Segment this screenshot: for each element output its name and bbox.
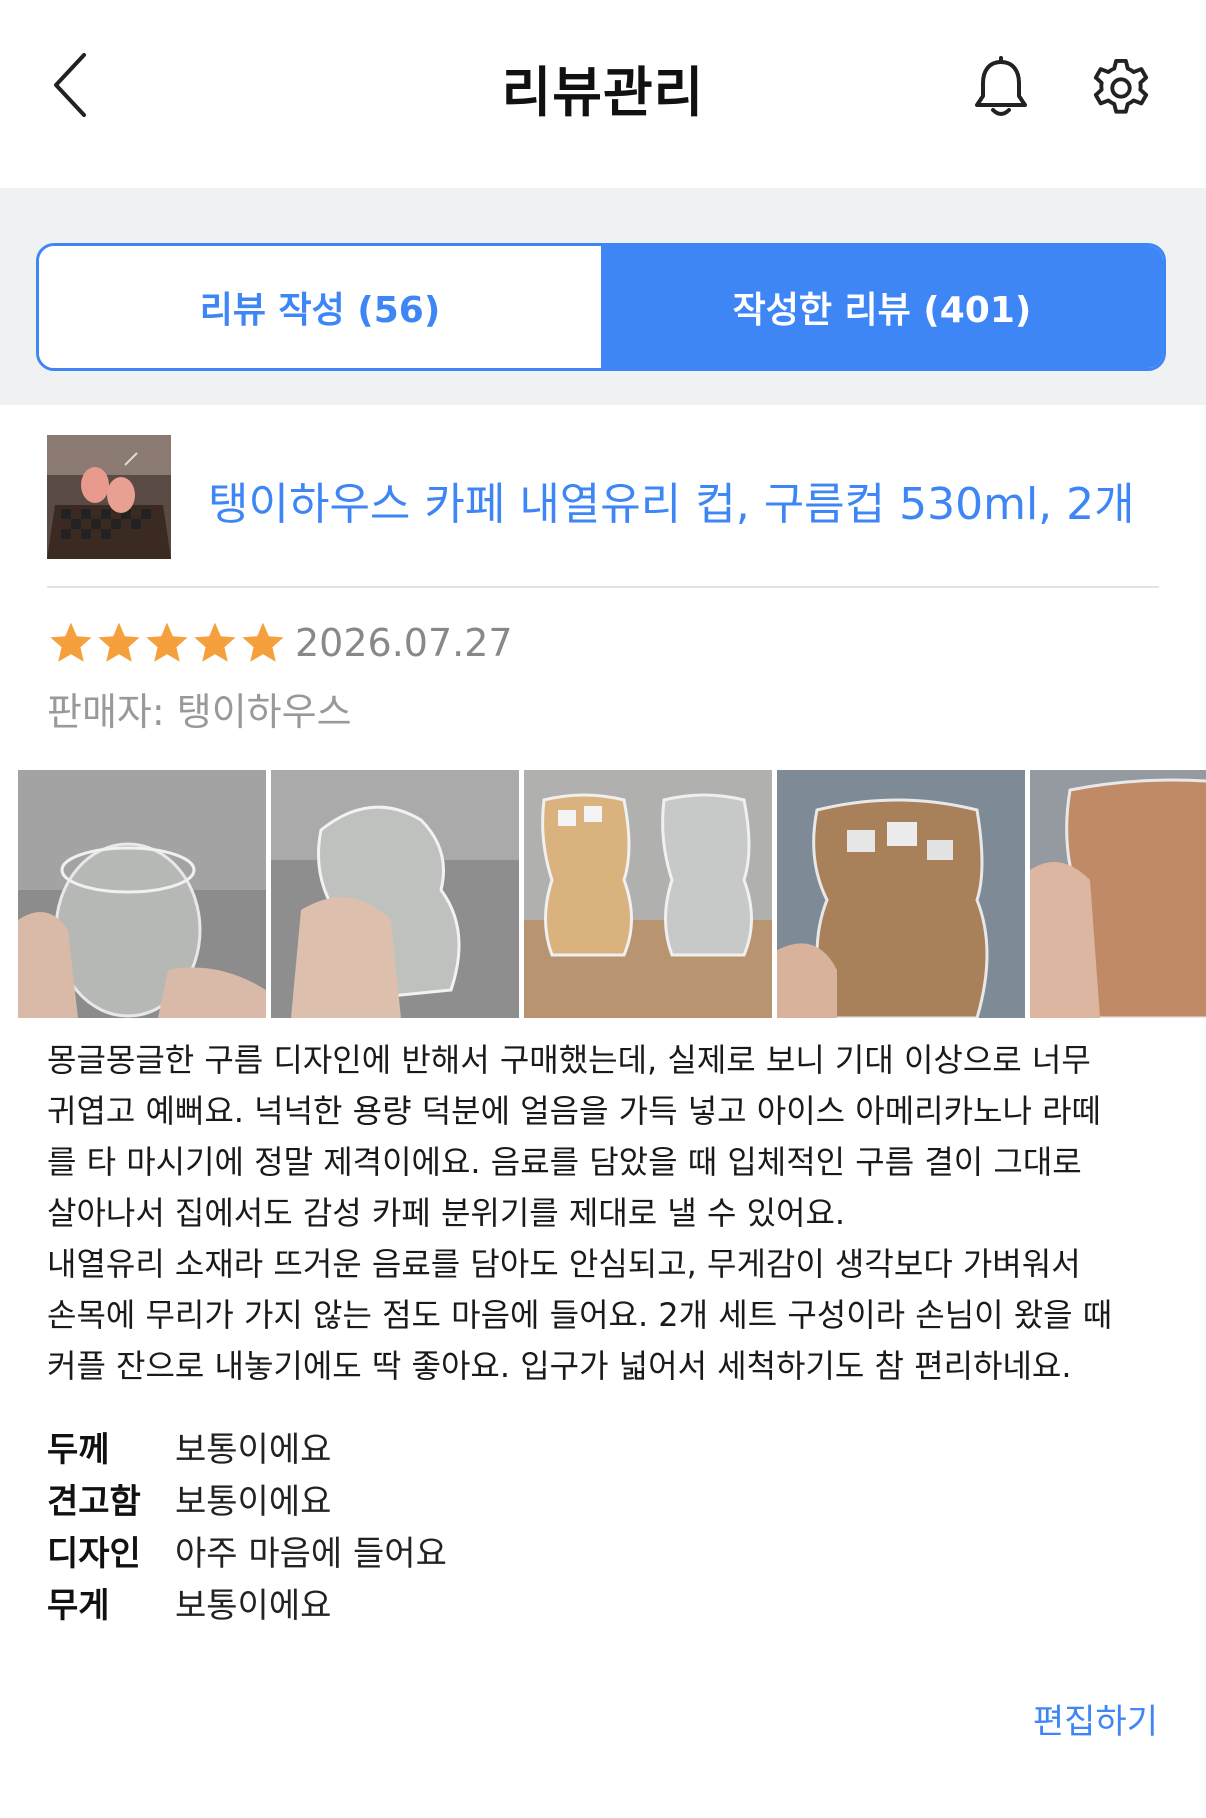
review-line: 내열유리 소재라 뜨거운 음료를 담아도 안심되고, 무게감이 생각보다 가벼워…: [47, 1245, 1081, 1283]
attribute-key: 두께: [47, 1429, 110, 1470]
review-photos: [18, 770, 1206, 1018]
attribute-row: 디자인 아주 마음에 들어요: [47, 1524, 747, 1576]
attribute-row: 견고함 보통이에요: [47, 1472, 747, 1524]
star-rating: [47, 619, 287, 669]
star-icon: [146, 622, 188, 662]
attribute-row: 두께 보통이에요: [47, 1420, 747, 1472]
review-photo-2[interactable]: [271, 770, 519, 1018]
star-icon: [194, 622, 236, 662]
review-line: 몽글몽글한 구름 디자인에 반해서 구매했는데, 실제로 보니 기대 이상으로 …: [47, 1041, 1091, 1079]
product-thumbnail[interactable]: [47, 435, 171, 559]
tab-written-reviews[interactable]: 작성한 리뷰 (401): [601, 246, 1163, 368]
attribute-value: 보통이에요: [175, 1429, 332, 1470]
product-name-link[interactable]: 탱이하우스 카페 내열유리 컵, 구름컵 530ml, 2개: [208, 468, 1168, 532]
attribute-value: 아주 마음에 들어요: [175, 1533, 447, 1574]
settings-button[interactable]: [1085, 52, 1157, 124]
review-photo-1[interactable]: [18, 770, 266, 1018]
attribute-key: 견고함: [47, 1481, 141, 1522]
divider: [47, 586, 1159, 588]
review-photo-3[interactable]: [524, 770, 772, 1018]
bell-icon: [975, 56, 1027, 116]
product-image: [47, 435, 171, 559]
attribute-row: 무게 보통이에요: [47, 1576, 747, 1628]
tab-write-review[interactable]: 리뷰 작성 (56): [39, 246, 601, 368]
review-line: 커플 잔으로 내놓기에도 딱 좋아요. 입구가 넓어서 세척하기도 참 편리하네…: [47, 1347, 1072, 1385]
review-photo-5[interactable]: [1030, 770, 1206, 1018]
notifications-button[interactable]: [965, 52, 1037, 124]
gear-icon: [1093, 58, 1149, 114]
seller-label: 판매자: 탱이하우스: [47, 690, 352, 734]
star-icon: [50, 622, 92, 662]
review-date: 2026.07.27: [295, 621, 513, 665]
star-icon: [242, 622, 284, 662]
attribute-key: 디자인: [47, 1533, 141, 1574]
review-line: 손목에 무리가 가지 않는 점도 마음에 들어요. 2개 세트 구성이라 손님이…: [47, 1296, 1113, 1334]
review-attributes: 두께 보통이에요 견고함 보통이에요 디자인 아주 마음에 들어요 무게 보통이…: [47, 1420, 747, 1628]
attribute-value: 보통이에요: [175, 1481, 332, 1522]
edit-review-button[interactable]: 편집하기: [1033, 1694, 1158, 1743]
top-bar: 리뷰관리: [0, 0, 1206, 188]
review-line: 살아나서 집에서도 감성 카페 분위기를 제대로 낼 수 있어요.: [47, 1194, 846, 1232]
review-line: 귀엽고 예뻐요. 넉넉한 용량 덕분에 얼음을 가득 넣고 아이스 아메리카노나…: [47, 1092, 1101, 1130]
attribute-value: 보통이에요: [175, 1585, 332, 1626]
tab-band: 리뷰 작성 (56) 작성한 리뷰 (401): [0, 188, 1206, 405]
star-icon: [98, 622, 140, 662]
review-line: 를 타 마시기에 정말 제격이에요. 음료를 담았을 때 입체적인 구름 결이 …: [47, 1143, 1082, 1181]
attribute-key: 무게: [47, 1585, 110, 1626]
review-text: 몽글몽글한 구름 디자인에 반해서 구매했는데, 실제로 보니 기대 이상으로 …: [47, 1035, 1172, 1392]
review-tabs: 리뷰 작성 (56) 작성한 리뷰 (401): [36, 243, 1166, 371]
review-photo-4[interactable]: [777, 770, 1025, 1018]
